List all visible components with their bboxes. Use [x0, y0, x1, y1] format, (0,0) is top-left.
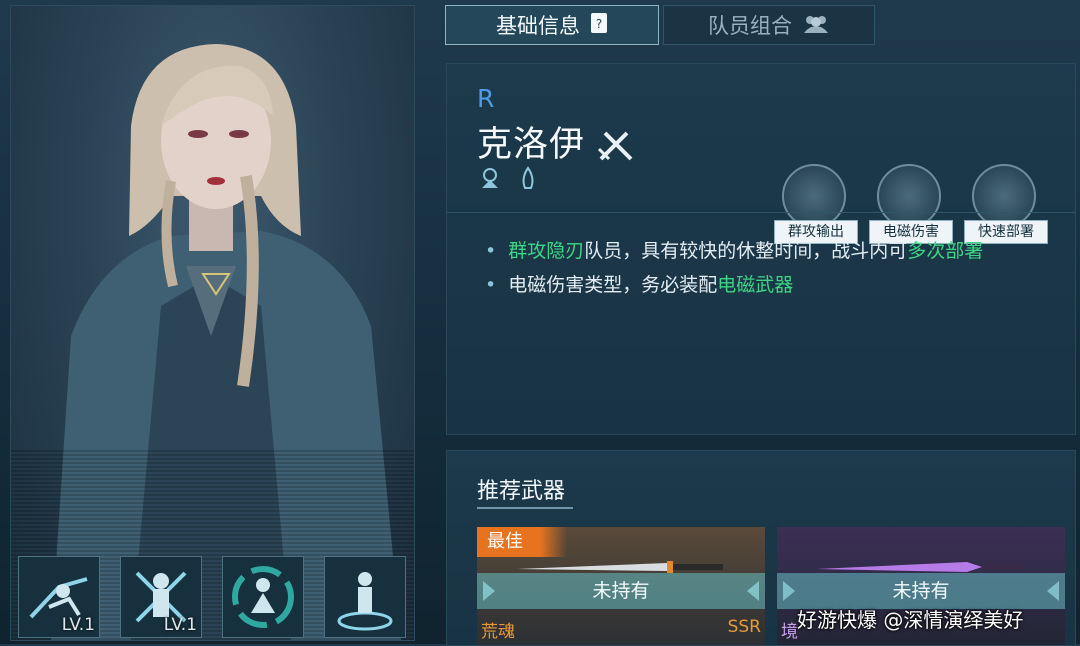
weapon-name: 境 [781, 622, 798, 642]
tab-label: 基础信息 [496, 14, 580, 38]
tab-basic-info[interactable]: 基础信息 ? [445, 5, 659, 45]
tab-label: 队员组合 [708, 14, 792, 38]
beacon-icon [482, 168, 498, 188]
lightning-emblem-icon [877, 164, 941, 228]
crossed-blades-icon [598, 131, 633, 161]
desc-highlight: 群攻隐刃 [508, 240, 585, 262]
best-badge: 最佳 [477, 527, 567, 557]
character-portrait [10, 5, 415, 641]
weapon-name: 荒魂 [481, 622, 515, 642]
watermark: 好游快爆 @深情演绎美好 [797, 608, 1024, 632]
skill-slot-2[interactable]: LV.1 [120, 556, 202, 638]
character-name: 克洛伊 [477, 116, 635, 167]
desc-text: 电磁伤害类型，务必装配 [508, 274, 718, 296]
aoe-emblem-icon [782, 164, 846, 228]
flame-icon [522, 166, 534, 189]
deploy-emblem-icon [972, 164, 1036, 228]
skill-slot-1[interactable]: LV.1 [18, 556, 100, 638]
desc-text: 队员，具有较快的休整时间，战斗内可 [584, 240, 908, 262]
weapon-card-1[interactable]: 最佳 未持有 荒魂 SSR [477, 527, 765, 645]
description-line-1: • 群攻隐刃队员，具有较快的休整时间，战斗内可多次部署 [485, 240, 984, 262]
cycle-figure-icon [232, 566, 294, 628]
not-owned-label: 未持有 [477, 573, 765, 609]
tab-team-combo[interactable]: 队员组合 [663, 5, 875, 45]
weapon-grade: SSR [727, 617, 761, 637]
skill-slot-4[interactable] [324, 556, 406, 638]
description-line-2: • 电磁伤害类型，务必装配电磁武器 [485, 274, 794, 296]
character-name-text: 克洛伊 [477, 125, 586, 165]
skill-level: LV.1 [61, 615, 95, 635]
character-info-panel: R 克洛伊 群攻输出 电磁伤害 快速部署 • 群攻隐刃队员，具有较快的休整时间，战… [446, 63, 1076, 435]
title-underline [477, 507, 573, 509]
rarity-label: R [477, 84, 495, 113]
document-icon: ? [590, 12, 608, 39]
section-title: 推荐武器 [477, 479, 566, 504]
section-divider [447, 212, 1075, 213]
svg-text:?: ? [596, 17, 602, 31]
tag-aoe-output: 群攻输出 [774, 164, 858, 244]
desc-highlight: 电磁武器 [717, 274, 794, 296]
skill-slot-3[interactable] [222, 556, 304, 638]
tag-fast-deploy: 快速部署 [964, 164, 1048, 244]
desc-highlight: 多次部署 [907, 240, 984, 262]
summon-circle-icon [337, 572, 393, 631]
tag-electromagnetic-damage: 电磁伤害 [869, 164, 953, 244]
team-icon [802, 13, 830, 38]
skill-level: LV.1 [163, 615, 197, 635]
